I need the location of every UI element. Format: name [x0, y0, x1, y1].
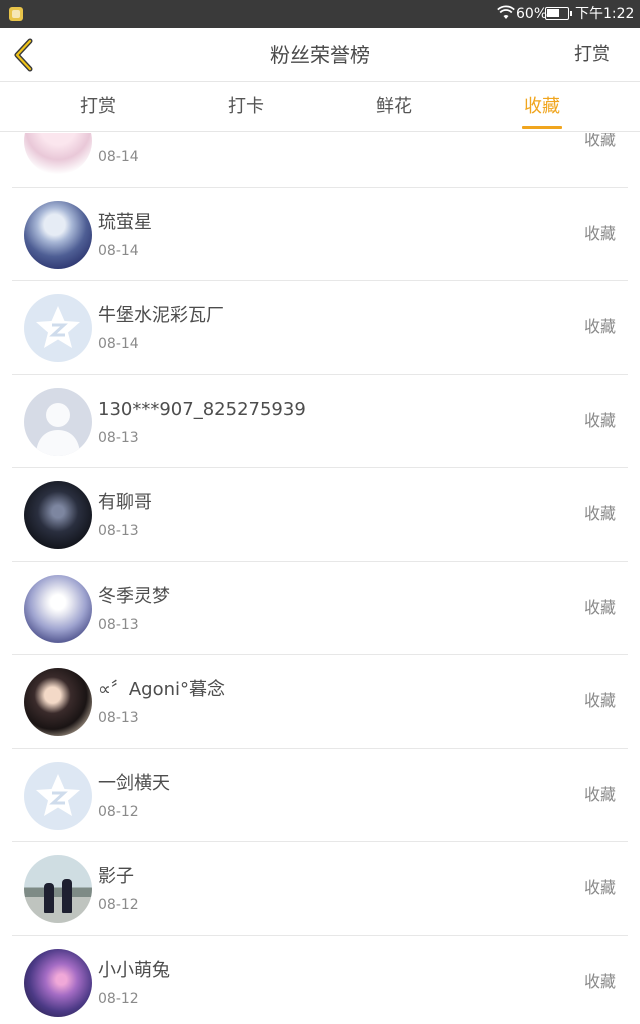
action-label: 收藏: [583, 133, 616, 149]
avatar: [24, 200, 92, 269]
fan-date: 08-12: [98, 803, 139, 820]
avatar: [24, 948, 92, 1017]
fan-name: 影子: [98, 866, 134, 887]
list-item[interactable]: 琉萤星 08-14 收藏: [0, 188, 640, 282]
action-label: 收藏: [583, 878, 616, 897]
fan-name: 小小萌兔: [98, 959, 170, 981]
fan-date: 08-13: [98, 429, 139, 446]
action-label: 收藏: [583, 971, 616, 991]
tab-bar: 打赏 打卡 鲜花 收藏: [0, 82, 640, 132]
wifi-icon: [497, 5, 515, 19]
tab-flowers[interactable]: 鲜花: [334, 82, 454, 132]
qq-default-avatar-icon: [36, 306, 80, 348]
action-label: 收藏: [583, 691, 616, 710]
avatar: [24, 481, 92, 549]
default-person-icon: [36, 402, 80, 456]
list-item[interactable]: 一剑横天 08-12 收藏: [0, 749, 640, 843]
list-item[interactable]: 小小萌兔 08-12 收藏: [0, 936, 640, 1024]
fan-name: 一剑横天: [98, 772, 170, 794]
tip-button[interactable]: 打赏: [574, 42, 610, 68]
avatar: [24, 294, 92, 362]
list-item[interactable]: 有聊哥 08-13 收藏: [0, 468, 640, 562]
list-item[interactable]: 冬季灵梦 08-13 收藏: [0, 562, 640, 656]
qq-default-avatar-icon: [36, 773, 80, 816]
fan-date: 08-14: [98, 149, 139, 165]
action-label: 收藏: [583, 410, 616, 430]
status-bar: 60% 下午1:22: [0, 0, 640, 28]
tab-checkin[interactable]: 打卡: [186, 82, 306, 132]
battery-icon: [545, 7, 572, 20]
page-title: 粉丝荣誉榜: [270, 43, 370, 67]
avatar: [24, 387, 92, 456]
app-notification-icon: [9, 7, 23, 21]
action-label: 收藏: [583, 784, 616, 804]
avatar: [24, 668, 92, 736]
list-item[interactable]: 影子 08-12 收藏: [0, 842, 640, 936]
list-item[interactable]: 130***907_825275939 08-13 收藏: [0, 375, 640, 469]
battery-percentage: 60%: [516, 6, 548, 22]
list-item[interactable]: 08-14 收藏: [0, 133, 640, 188]
action-label: 收藏: [583, 597, 616, 617]
list-item[interactable]: 牛堡水泥彩瓦厂 08-14 收藏: [0, 281, 640, 375]
fan-name: 牛堡水泥彩瓦厂: [98, 305, 224, 326]
action-label: 收藏: [583, 504, 616, 523]
clock: 下午1:22: [575, 6, 635, 22]
fan-date: 08-13: [98, 710, 139, 726]
avatar: [24, 855, 92, 923]
avatar: [24, 574, 92, 643]
action-label: 收藏: [583, 223, 616, 243]
action-label: 收藏: [583, 317, 616, 336]
avatar: [24, 133, 92, 175]
fan-name: 冬季灵梦: [98, 585, 170, 607]
tab-favorites[interactable]: 收藏: [482, 82, 602, 132]
fan-date: 08-13: [98, 616, 139, 633]
fan-date: 08-14: [98, 242, 139, 259]
fan-name: 130***907_825275939: [98, 398, 306, 420]
list-item[interactable]: ∝〞Agoni°暮念 08-13 收藏: [0, 655, 640, 749]
fan-date: 08-12: [98, 897, 139, 913]
tab-tip[interactable]: 打赏: [38, 82, 158, 132]
app-header: 粉丝荣誉榜 打赏: [0, 28, 640, 82]
fan-name: ∝〞Agoni°暮念: [98, 679, 226, 700]
fan-name: 琉萤星: [98, 211, 152, 233]
fan-date: 08-13: [98, 523, 139, 539]
fan-date: 08-12: [98, 990, 139, 1007]
active-tab-indicator: [522, 126, 562, 129]
fan-name: 有聊哥: [98, 492, 152, 513]
avatar: [24, 761, 92, 830]
fan-list[interactable]: 08-14 收藏 琉萤星 08-14 收藏 牛堡水泥彩瓦厂 08-14 收藏 1…: [0, 133, 640, 1024]
fan-date: 08-14: [98, 336, 139, 352]
